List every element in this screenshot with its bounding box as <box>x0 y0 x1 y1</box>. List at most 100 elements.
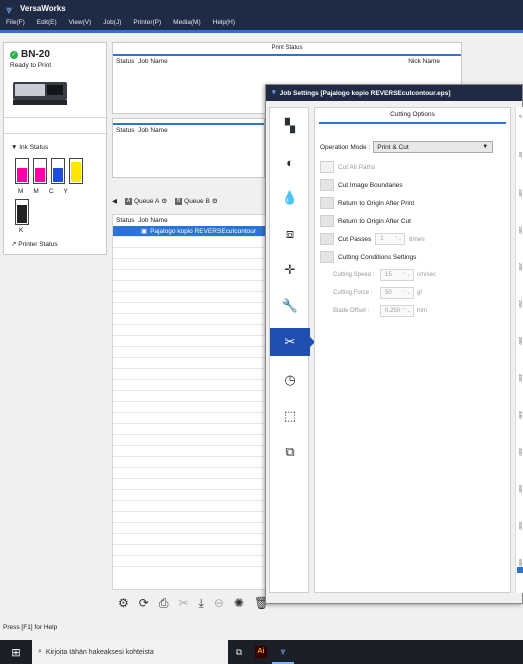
settings-icon[interactable]: ⚙ <box>161 197 167 205</box>
operation-mode-value: Print & Cut <box>377 144 409 151</box>
ink-fill <box>71 161 81 182</box>
table-row[interactable] <box>113 248 266 259</box>
ink-drops-icon[interactable]: 💧 <box>270 184 310 212</box>
table-row[interactable] <box>113 523 266 534</box>
table-row[interactable] <box>113 325 266 336</box>
ink-cartridge <box>33 158 47 184</box>
ruler-tick-label: 350 <box>518 374 523 382</box>
table-row[interactable] <box>113 501 266 512</box>
tiling-icon[interactable]: ⧉ <box>270 438 310 466</box>
illustrator-app[interactable]: Ai <box>250 640 272 664</box>
table-row[interactable]: ▣ Pajalogo kopio REVERSEcutcontour <box>113 226 266 237</box>
variable-data-icon[interactable]: ⧈ <box>270 220 310 248</box>
settings-icon[interactable]: ⚙ <box>212 197 218 205</box>
checkbox[interactable] <box>320 233 334 245</box>
table-row[interactable] <box>113 303 266 314</box>
col-status: Status <box>116 217 135 224</box>
table-row[interactable] <box>113 446 266 457</box>
table-row[interactable] <box>113 391 266 402</box>
table-row[interactable] <box>113 380 266 391</box>
cut-passes-option[interactable]: Cut Passes 1 times <box>320 233 425 245</box>
printer-name-text: BN-20 <box>21 49 50 60</box>
ink-label: Y <box>63 188 68 195</box>
table-row[interactable] <box>113 556 266 567</box>
cutting-options-icon[interactable]: ✂ <box>270 328 315 356</box>
table-row[interactable] <box>113 402 266 413</box>
ink-levels <box>15 158 83 184</box>
operation-mode-select[interactable]: Print & Cut ▼ <box>373 141 494 153</box>
printer-panel[interactable]: ✓ BN-20 Ready to Print ▼ Ink Status M M … <box>3 42 108 255</box>
cutting-conditions-option[interactable]: Cutting Conditions Settings <box>320 251 416 263</box>
color-management-icon[interactable]: ◐ <box>270 148 310 176</box>
versaworks-taskbar-icon[interactable]: ⩔ <box>272 640 294 664</box>
queue-job-list[interactable]: Status Job Name ▣ Pajalogo kopio REVERSE… <box>112 214 267 590</box>
header-accent-line <box>0 30 523 33</box>
checkbox[interactable] <box>320 197 334 209</box>
table-row[interactable] <box>113 259 266 270</box>
loading-icon[interactable]: ✺ <box>234 596 244 611</box>
printer-status-link[interactable]: ↗ Printer Status <box>11 240 58 248</box>
menu-file[interactable]: File(F) <box>6 19 25 26</box>
clock-icon[interactable]: ◷ <box>270 366 310 394</box>
table-row[interactable] <box>113 336 266 347</box>
table-row[interactable] <box>113 358 266 369</box>
printer-image-icon <box>13 82 67 105</box>
divider <box>4 117 108 118</box>
menu-printer[interactable]: Printer(P) <box>133 19 161 26</box>
checkbox[interactable] <box>320 215 334 227</box>
task-view-icon[interactable]: ⧉ <box>228 640 250 664</box>
menu-view[interactable]: View(V) <box>69 19 92 26</box>
menu-job[interactable]: Job(J) <box>103 19 121 26</box>
table-row[interactable] <box>113 435 266 446</box>
table-row[interactable] <box>113 270 266 281</box>
tab-queue-a[interactable]: A Queue A ⚙ <box>125 197 167 205</box>
tab-scroll-left-icon[interactable]: ◀ <box>112 197 117 205</box>
table-row[interactable] <box>113 490 266 501</box>
ink-cartridge <box>69 158 83 184</box>
crop-marks-icon[interactable]: ✛ <box>270 256 310 284</box>
refresh-icon[interactable]: ⟳ <box>139 596 149 611</box>
windows-start-icon[interactable]: ⊞ <box>0 646 32 659</box>
table-row[interactable] <box>113 457 266 468</box>
return-origin-after-cut-option[interactable]: Return to Origin After Cut <box>320 215 411 227</box>
ruler-tick-label: 500 <box>518 485 523 493</box>
cut-icon[interactable]: ✂ <box>178 596 188 611</box>
menu-help[interactable]: Help(H) <box>213 19 235 26</box>
ruler-tick-label: 450 <box>518 448 523 456</box>
ink-status[interactable]: ▼ Ink Status <box>11 144 48 151</box>
settings-sidebar: ▚ ◐ 💧 ⧈ ✛ 🔧 ✂ ◷ ⬚ ⧉ <box>269 107 315 593</box>
download-icon[interactable]: ⤓ <box>199 596 204 611</box>
layout-icon[interactable]: ▚ <box>270 112 310 140</box>
frame-icon[interactable]: ⬚ <box>270 402 310 430</box>
print-icon[interactable]: ⎙ <box>159 596 169 611</box>
title-bar: ⩔ VersaWorks File(F) Edit(E) View(V) Job… <box>0 0 523 30</box>
table-row[interactable] <box>113 281 266 292</box>
table-row[interactable] <box>113 468 266 479</box>
menu-edit[interactable]: Edit(E) <box>37 19 57 26</box>
stop-icon[interactable]: ⊖ <box>214 596 224 611</box>
table-row[interactable] <box>113 512 266 523</box>
table-row[interactable] <box>113 292 266 303</box>
table-row[interactable] <box>113 424 266 435</box>
return-origin-after-print-option[interactable]: Return to Origin After Print <box>320 197 414 209</box>
table-row[interactable] <box>113 347 266 358</box>
print-status-header: Status Job Name Nick Name <box>113 56 461 67</box>
table-row[interactable] <box>113 545 266 556</box>
ink-k-label: K <box>19 227 24 234</box>
table-row[interactable] <box>113 314 266 325</box>
blade-offset-stepper: 0.250 <box>380 305 414 317</box>
taskbar-search-input[interactable]: ⌕ Kirjoita tähän hakeaksesi kohteista <box>32 640 228 664</box>
menu-media[interactable]: Media(M) <box>173 19 200 26</box>
table-row[interactable] <box>113 534 266 545</box>
cut-image-boundaries-option[interactable]: Cut Image Boundaries <box>320 179 403 191</box>
table-row[interactable] <box>113 479 266 490</box>
wrench-icon[interactable]: 🔧 <box>270 292 310 320</box>
table-row[interactable] <box>113 413 266 424</box>
dialog-title-bar[interactable]: ⩔ Job Settings [Pajalogo kopio REVERSEcu… <box>266 85 522 101</box>
checkbox[interactable] <box>320 179 334 191</box>
table-row[interactable] <box>113 237 266 248</box>
table-row[interactable] <box>113 369 266 380</box>
checkbox[interactable] <box>320 251 334 263</box>
job-settings-icon[interactable]: ⚙ <box>118 596 129 611</box>
tab-queue-b[interactable]: B Queue B ⚙ <box>175 197 218 205</box>
